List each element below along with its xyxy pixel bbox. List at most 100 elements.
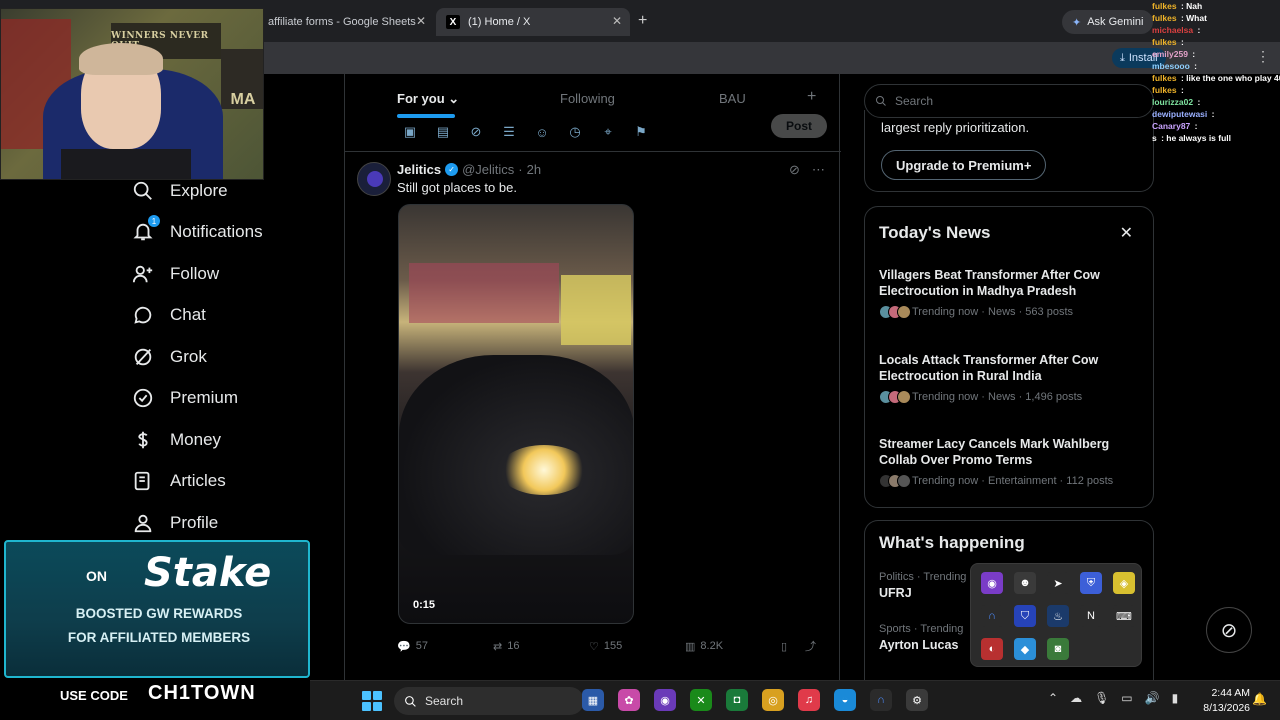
- emoji-icon[interactable]: ☺: [531, 122, 553, 142]
- news-meta-text: Trending now · News · 563 posts: [912, 306, 1073, 318]
- chat-username: michaelsa: [1152, 25, 1194, 35]
- nav-item-grok[interactable]: Grok: [130, 336, 330, 378]
- search-icon: [876, 96, 886, 106]
- bookmark-icon[interactable]: ▯: [781, 638, 805, 654]
- reply-button[interactable]: 💬 57: [397, 638, 493, 654]
- arc-icon[interactable]: ∩: [981, 605, 1003, 627]
- close-icon[interactable]: ✕: [612, 14, 622, 28]
- microphone-icon[interactable]: 🎙: [1094, 691, 1109, 705]
- nav-label: Explore: [170, 180, 228, 200]
- ask-gemini-button[interactable]: ✦ Ask Gemini: [1062, 10, 1154, 34]
- poll-icon[interactable]: ☰: [498, 122, 520, 142]
- nav-item-articles[interactable]: Articles: [130, 461, 330, 503]
- tab-bau[interactable]: BAU: [719, 91, 746, 106]
- cloud-app-icon[interactable]: ◆: [1014, 638, 1036, 660]
- copilot-icon[interactable]: ✿: [618, 689, 640, 711]
- close-icon[interactable]: ✕: [1120, 223, 1133, 243]
- active-tab-indicator: [397, 114, 455, 118]
- network-icon[interactable]: ▭: [1121, 691, 1132, 705]
- repost-button[interactable]: ⇄ 16: [493, 638, 589, 654]
- author-name[interactable]: Jelitics: [397, 162, 441, 177]
- battery-icon[interactable]: ▮: [1172, 691, 1179, 705]
- views-button[interactable]: ▥ 8.2K: [685, 638, 781, 654]
- notification-bell-icon[interactable]: 🔔: [1252, 692, 1267, 706]
- video-duration: 0:15: [413, 599, 436, 611]
- obs-icon[interactable]: ◉: [981, 572, 1003, 594]
- post-button[interactable]: Post: [771, 114, 827, 138]
- share-icon[interactable]: ⤴: [805, 638, 825, 654]
- tweet-video[interactable]: 0:15: [398, 204, 634, 624]
- shield-icon[interactable]: ⛨: [1080, 572, 1102, 594]
- webcam-shirt: [61, 149, 191, 179]
- nav-item-premium[interactable]: Premium: [130, 378, 330, 420]
- controller-icon[interactable]: ⌨: [1113, 605, 1135, 627]
- avatar[interactable]: [357, 162, 391, 196]
- taskbar-clock[interactable]: 2:44 AM 8/13/2026: [1198, 686, 1250, 716]
- schedule-icon[interactable]: ◷: [564, 122, 586, 142]
- news-meta: Trending now · News · 1,496 posts: [879, 390, 1141, 404]
- edge-icon[interactable]: ◒: [834, 689, 856, 711]
- telegram-icon[interactable]: ➤: [1047, 572, 1069, 594]
- discord-icon[interactable]: ☻: [1014, 572, 1036, 594]
- record-icon[interactable]: ◐: [981, 638, 1003, 660]
- flag-icon[interactable]: ⚑: [630, 122, 652, 142]
- grok-floating-button[interactable]: ⊘: [1206, 607, 1252, 653]
- more-icon[interactable]: ⋯: [812, 162, 825, 178]
- grok-icon[interactable]: ⊘: [465, 122, 487, 142]
- tab-for-you[interactable]: For you ⌄: [397, 91, 459, 107]
- store-icon[interactable]: ▦: [582, 689, 604, 711]
- like-button[interactable]: ♡ 155: [589, 638, 685, 654]
- settings-icon[interactable]: ⚙: [906, 689, 928, 711]
- windows-start-icon[interactable]: [362, 691, 382, 711]
- stake-ad-banner: ON Stake BOOSTED GW REWARDS FOR AFFILIAT…: [4, 540, 310, 678]
- video-background: [409, 263, 559, 323]
- add-tab-icon[interactable]: +: [807, 88, 816, 106]
- xbox-icon[interactable]: ✕: [690, 689, 712, 711]
- nav-item-chat[interactable]: Chat: [130, 295, 330, 337]
- volume-icon[interactable]: 🔊: [1145, 691, 1160, 705]
- chevron-up-icon[interactable]: ⌃: [1048, 691, 1058, 705]
- cloud-icon[interactable]: ☁: [1070, 691, 1082, 705]
- game-icon[interactable]: ◘: [726, 689, 748, 711]
- nav-label: Premium: [170, 388, 239, 408]
- search-placeholder: Search: [895, 94, 934, 108]
- nav-item-notifications[interactable]: 1 Notifications: [130, 212, 330, 254]
- stake-line-2: FOR AFFILIATED MEMBERS: [67, 630, 251, 645]
- news-item[interactable]: Locals Attack Transformer After Cow Elec…: [879, 352, 1141, 404]
- upgrade-premium-button[interactable]: Upgrade to Premium+: [881, 150, 1047, 180]
- heart-icon: ♡: [589, 640, 599, 653]
- obs-icon[interactable]: ◉: [654, 689, 676, 711]
- tray-overflow-popup: ◉ ☻ ➤ ⛨ ◈ ∩ ⛉ ♨ N ⌨ ◐ ◆ ◙: [970, 563, 1142, 667]
- search-input[interactable]: Search: [864, 84, 1154, 118]
- author-handle[interactable]: @Jelitics: [462, 162, 514, 177]
- n-icon[interactable]: N: [1080, 605, 1102, 627]
- grok-icon[interactable]: ⊘: [789, 162, 800, 178]
- arc-icon[interactable]: ∩: [870, 689, 892, 711]
- bitwarden-icon[interactable]: ⛉: [1014, 605, 1036, 627]
- taskbar-search[interactable]: Search: [394, 687, 584, 715]
- app-icon[interactable]: ◈: [1113, 572, 1135, 594]
- news-item[interactable]: Villagers Beat Transformer After Cow Ele…: [879, 267, 1141, 319]
- nav-item-profile[interactable]: Profile: [130, 502, 330, 544]
- news-item[interactable]: Streamer Lacy Cancels Mark Wahlberg Coll…: [879, 436, 1141, 488]
- close-icon[interactable]: ✕: [416, 14, 426, 28]
- tab-google-sheets[interactable]: affiliate forms - Google Sheets ✕: [258, 8, 434, 36]
- image-icon[interactable]: ▣: [399, 122, 421, 142]
- nav-item-money[interactable]: Money: [130, 419, 330, 461]
- chrome-icon[interactable]: ◎: [762, 689, 784, 711]
- gif-icon[interactable]: ▤: [432, 122, 454, 142]
- music-icon[interactable]: ♫: [798, 689, 820, 711]
- tab-following[interactable]: Following: [560, 91, 615, 106]
- chat-username: fulkes: [1152, 73, 1177, 83]
- tweet[interactable]: Jelitics ✓ @Jelitics · 2h ⊘ ⋯ Still got …: [345, 152, 841, 720]
- steam-icon[interactable]: ♨: [1047, 605, 1069, 627]
- trend-item[interactable]: Sports · Trending Ayrton Lucas: [879, 623, 963, 652]
- trend-item[interactable]: Politics · Trending UFRJ: [879, 571, 966, 600]
- new-tab-icon[interactable]: +: [638, 12, 647, 30]
- premium-upsell: largest reply prioritization. Upgrade to…: [864, 110, 1154, 192]
- location-icon[interactable]: ⌖: [597, 122, 619, 142]
- nav-item-follow[interactable]: Follow: [130, 253, 330, 295]
- tweet-time[interactable]: 2h: [527, 162, 541, 177]
- tab-x-home[interactable]: X (1) Home / X ✕: [436, 8, 630, 36]
- nvidia-icon[interactable]: ◙: [1047, 638, 1069, 660]
